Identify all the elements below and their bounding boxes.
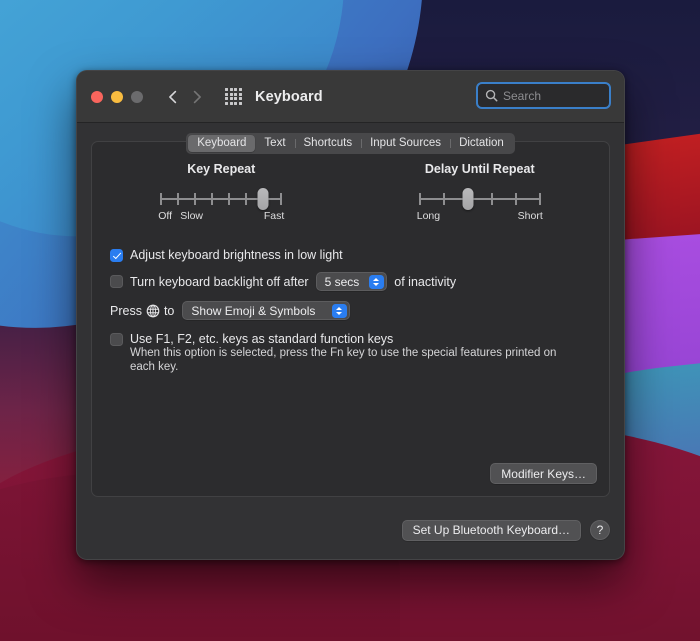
delay-until-repeat-slider-knob[interactable] xyxy=(462,188,474,210)
globe-icon xyxy=(146,304,160,317)
function-keys-row: Use F1, F2, etc. keys as standard functi… xyxy=(110,332,609,346)
key-repeat-slider-labels: Off Slow Fast xyxy=(158,210,285,226)
adjust-brightness-row: Adjust keyboard brightness in low light xyxy=(110,248,609,262)
globe-action-value: Show Emoji & Symbols xyxy=(191,303,316,318)
function-keys-checkbox[interactable] xyxy=(110,332,123,346)
show-all-grid-icon[interactable] xyxy=(225,88,242,105)
backlight-off-row: Turn keyboard backlight off after 5 secs… xyxy=(110,272,609,291)
traffic-lights xyxy=(91,90,143,103)
backlight-off-checkbox[interactable] xyxy=(110,275,123,288)
slider-tick xyxy=(280,193,283,205)
minimize-button[interactable] xyxy=(111,90,123,103)
slider-label-short: Short xyxy=(517,210,543,222)
options-section: Adjust keyboard brightness in low light … xyxy=(92,226,609,374)
tab-bar: Keyboard Text Shortcuts Input Sources Di… xyxy=(77,130,624,156)
key-repeat-slider[interactable] xyxy=(160,188,283,210)
backlight-delay-value: 5 secs xyxy=(324,274,360,289)
window-toolbar: Keyboard xyxy=(77,71,624,123)
press-globe-label-before: Press xyxy=(110,303,142,318)
slider-label-long: Long xyxy=(416,210,441,222)
tab-text[interactable]: Text xyxy=(255,135,294,152)
globe-action-popup[interactable]: Show Emoji & Symbols xyxy=(182,301,351,320)
navigation-buttons xyxy=(165,89,205,105)
chevron-right-icon xyxy=(193,90,201,103)
slider-tick xyxy=(514,193,517,205)
keyboard-preferences-window: Keyboard Keyboard Text Shortcuts Input S… xyxy=(76,70,625,560)
tab-input-sources[interactable]: Input Sources xyxy=(361,135,450,152)
press-globe-label-after: to xyxy=(163,303,175,318)
delay-until-repeat-slider-labels: Long Short xyxy=(416,210,543,226)
search-field[interactable] xyxy=(476,82,624,109)
slider-label-slow: Slow xyxy=(180,210,204,222)
slider-label-off: Off xyxy=(158,210,173,222)
window-bottom-bar: Set Up Bluetooth Keyboard… ? xyxy=(77,501,624,559)
chevron-up-down-icon xyxy=(331,304,347,318)
tab-group: Keyboard Text Shortcuts Input Sources Di… xyxy=(186,132,515,154)
slider-track-line xyxy=(418,198,541,200)
modifier-keys-button-wrap: Modifier Keys… xyxy=(490,463,597,484)
page-title: Keyboard xyxy=(255,88,323,105)
zoom-button[interactable] xyxy=(131,90,143,103)
slider-tick xyxy=(418,193,421,205)
slider-tick xyxy=(194,193,197,205)
delay-until-repeat-slider[interactable] xyxy=(418,188,541,210)
slider-tick xyxy=(538,193,541,205)
slider-label-fast: Fast xyxy=(263,210,285,222)
keyboard-settings-panel: Key Repeat Off Slow Fast Delay Until Rep… xyxy=(91,141,610,497)
chevron-left-icon xyxy=(169,90,177,103)
modifier-keys-button[interactable]: Modifier Keys… xyxy=(490,463,597,484)
backlight-off-label-before: Turn keyboard backlight off after xyxy=(130,274,309,289)
tab-keyboard[interactable]: Keyboard xyxy=(188,134,256,152)
chevron-up-down-icon xyxy=(368,275,384,289)
slider-tick xyxy=(177,193,180,205)
adjust-brightness-label: Adjust keyboard brightness in low light xyxy=(130,248,343,262)
slider-tick xyxy=(160,193,163,205)
search-icon xyxy=(485,89,498,102)
close-button[interactable] xyxy=(91,90,103,103)
function-keys-description: When this option is selected, press the … xyxy=(130,347,557,373)
slider-tick xyxy=(442,193,445,205)
delay-until-repeat-slider-block: Delay Until Repeat Long Short xyxy=(351,162,610,226)
search-input[interactable] xyxy=(503,88,624,103)
forward-button[interactable] xyxy=(189,89,205,105)
press-globe-row: Press to Show Emoji & Symbols xyxy=(110,301,609,320)
slider-tick xyxy=(245,193,248,205)
tab-dictation[interactable]: Dictation xyxy=(450,135,513,152)
desktop-wallpaper: Keyboard Keyboard Text Shortcuts Input S… xyxy=(0,0,700,641)
delay-until-repeat-title: Delay Until Repeat xyxy=(424,162,535,176)
function-keys-label: Use F1, F2, etc. keys as standard functi… xyxy=(130,332,394,346)
key-repeat-slider-block: Key Repeat Off Slow Fast xyxy=(92,162,351,226)
backlight-delay-popup[interactable]: 5 secs xyxy=(315,272,388,291)
key-repeat-slider-knob[interactable] xyxy=(257,188,269,210)
slider-tick xyxy=(490,193,493,205)
set-up-bluetooth-keyboard-button[interactable]: Set Up Bluetooth Keyboard… xyxy=(401,519,581,541)
backlight-off-label-after: of inactivity xyxy=(394,274,457,289)
adjust-brightness-checkbox[interactable] xyxy=(110,248,123,262)
slider-tick xyxy=(211,193,214,205)
back-button[interactable] xyxy=(165,89,181,105)
tab-shortcuts[interactable]: Shortcuts xyxy=(294,135,362,152)
slider-tick xyxy=(228,193,231,205)
key-repeat-title: Key Repeat xyxy=(187,162,256,176)
help-button[interactable]: ? xyxy=(590,520,610,540)
